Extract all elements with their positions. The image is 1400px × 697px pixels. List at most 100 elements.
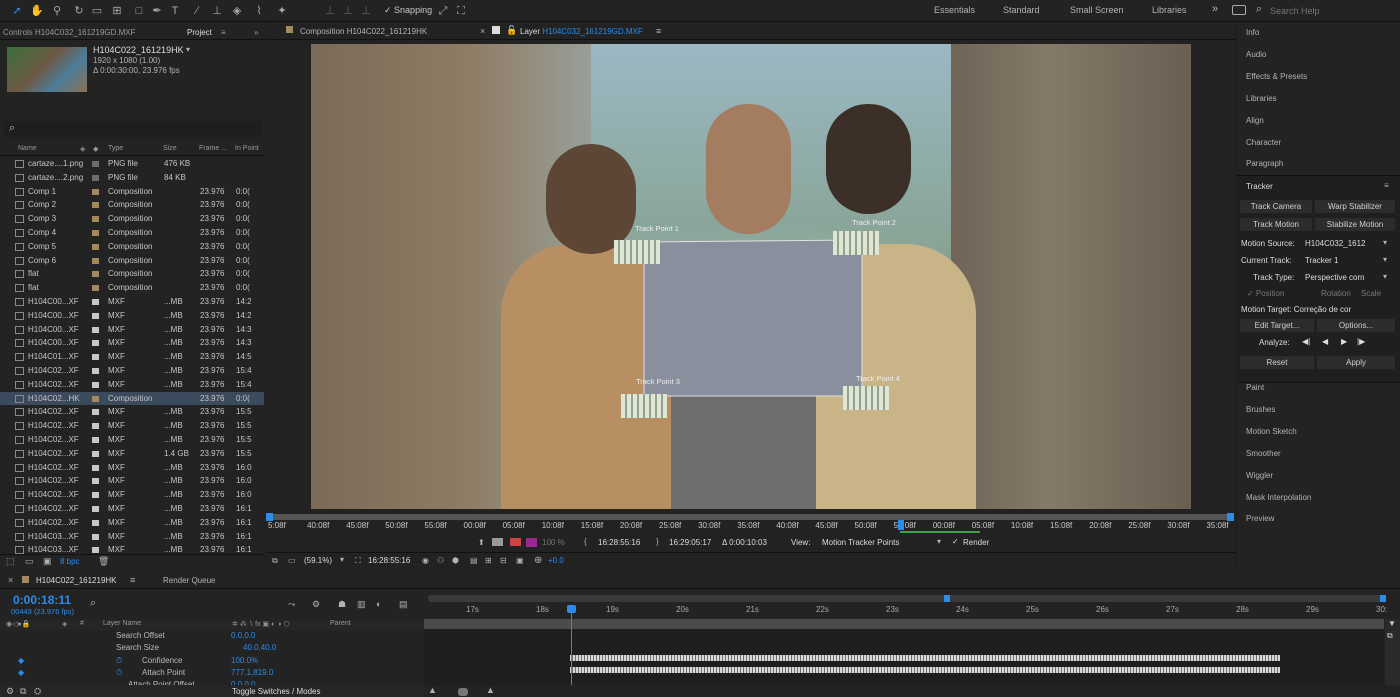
- project-row[interactable]: H104C00...XF MXF ...MB 23.976 14:3: [0, 323, 264, 337]
- project-row[interactable]: H104C02...XF MXF ...MB 23.976 16:0: [0, 461, 264, 475]
- project-row[interactable]: H104C02...XF MXF ...MB 23.976 16:0: [0, 474, 264, 488]
- chevron-down-icon[interactable]: ▾: [937, 537, 941, 546]
- project-row[interactable]: H104C02...XF MXF ...MB 23.976 15:5: [0, 419, 264, 433]
- roto-brush-tool-icon[interactable]: ⌇: [252, 4, 266, 18]
- column-size[interactable]: Size: [163, 145, 177, 152]
- apply-button[interactable]: Apply: [1317, 356, 1395, 369]
- label-swatch[interactable]: [92, 285, 99, 292]
- zoom-out-icon[interactable]: ▲: [428, 685, 437, 695]
- timeline-navigator[interactable]: [428, 595, 1386, 602]
- project-row[interactable]: H104C03...XF MXF ...MB 23.976 16:1: [0, 530, 264, 544]
- label-swatch[interactable]: [92, 257, 99, 264]
- zoom-in-icon[interactable]: ▲: [486, 685, 495, 695]
- workspace-small-screen[interactable]: Small Screen: [1070, 5, 1124, 15]
- project-search-field[interactable]: ⌕: [4, 121, 262, 137]
- motion-source-select[interactable]: H104C032_1612: [1305, 239, 1366, 248]
- panel-item-effects-presets[interactable]: Effects & Presets: [1246, 72, 1307, 81]
- label-swatch[interactable]: [92, 312, 99, 319]
- analyze-back-one-icon[interactable]: ◀|: [1302, 337, 1310, 346]
- chevron-down-icon[interactable]: ▾: [1383, 255, 1387, 264]
- region-of-interest-icon[interactable]: ⛶: [355, 556, 361, 566]
- label-swatch[interactable]: [92, 533, 99, 540]
- label-swatch[interactable]: [92, 519, 99, 526]
- interpret-footage-icon[interactable]: ⬚: [6, 556, 15, 567]
- panel-item-motion-sketch[interactable]: Motion Sketch: [1246, 427, 1297, 436]
- eraser-tool-icon[interactable]: ◈: [230, 4, 244, 18]
- tab-timeline[interactable]: H104C022_161219HK: [36, 576, 117, 585]
- edit-target-button[interactable]: Edit Target...: [1240, 319, 1314, 332]
- timing-icon[interactable]: ⛭: [34, 686, 41, 697]
- panel-item-preview[interactable]: Preview: [1246, 514, 1274, 523]
- chevron-down-icon[interactable]: ▾: [186, 45, 190, 54]
- project-row[interactable]: H104C02...XF MXF ...MB 23.976 15:4: [0, 364, 264, 378]
- project-row[interactable]: Comp 5 Composition 23.976 0:0(: [0, 240, 264, 254]
- label-swatch[interactable]: [92, 216, 99, 223]
- label-swatch[interactable]: [92, 409, 99, 416]
- panel-item-character[interactable]: Character: [1246, 138, 1281, 147]
- magnification-select[interactable]: (59.1%): [304, 556, 332, 565]
- column-frame-rate[interactable]: Frame ...: [199, 145, 227, 152]
- work-area[interactable]: [424, 619, 1384, 629]
- chevron-down-icon[interactable]: ▼: [1388, 619, 1396, 628]
- warp-stabilizer-button[interactable]: Warp Stabilizer: [1315, 200, 1395, 213]
- project-row[interactable]: H104C02...XF MXF ...MB 23.976 15:5: [0, 433, 264, 447]
- playhead-handle[interactable]: [567, 605, 577, 613]
- lock-icon[interactable]: 🔓: [506, 25, 517, 36]
- layer-switches-icon[interactable]: ⚙: [6, 686, 14, 697]
- transparency-grid-icon[interactable]: ⊟: [500, 556, 507, 565]
- panel-item-libraries[interactable]: Libraries: [1246, 94, 1277, 103]
- brush-tool-icon[interactable]: ⁄: [190, 4, 204, 18]
- track-type-select[interactable]: Perspective corn: [1305, 273, 1365, 282]
- workspace-libraries[interactable]: Libraries: [1152, 5, 1187, 15]
- confidence-keyframes[interactable]: [570, 655, 1280, 661]
- project-row[interactable]: H104C00...XF MXF ...MB 23.976 14:2: [0, 295, 264, 309]
- panel-item-paint[interactable]: Paint: [1246, 383, 1264, 392]
- column-name[interactable]: Name: [18, 145, 37, 152]
- tab-effect-controls[interactable]: Controls H104C032_161219GD.MXF: [3, 28, 136, 37]
- snapping-checkbox[interactable]: ✓ Snapping: [384, 5, 432, 16]
- column-in-point[interactable]: In Point: [235, 145, 259, 152]
- graph-editor-icon[interactable]: ▤: [399, 599, 408, 610]
- search-help-input[interactable]: [1270, 4, 1390, 17]
- reset-button[interactable]: Reset: [1240, 356, 1314, 369]
- project-row[interactable]: cartaze....2.png PNG file 84 KB: [0, 171, 264, 185]
- type-tool-icon[interactable]: T: [168, 4, 182, 18]
- label-swatch[interactable]: [92, 271, 99, 278]
- track-point-4-box[interactable]: [843, 386, 889, 410]
- rectangle-tool-icon[interactable]: □: [132, 4, 146, 18]
- column-type[interactable]: Type: [108, 145, 123, 152]
- snapshot-icon[interactable]: ◉: [422, 556, 429, 565]
- current-time[interactable]: 16:28:55:16: [368, 556, 410, 565]
- track-point-1-box[interactable]: [614, 240, 660, 264]
- track-point-3-box[interactable]: [621, 394, 667, 418]
- zoom-tool-icon[interactable]: ⚲: [50, 4, 64, 18]
- options-button[interactable]: Options...: [1317, 319, 1395, 332]
- attach-point-keyframes[interactable]: [570, 667, 1280, 673]
- position-checkbox[interactable]: ✓ Position: [1247, 289, 1284, 298]
- label-swatch[interactable]: [92, 395, 99, 402]
- in-time[interactable]: 16:28:55:16: [598, 538, 640, 547]
- navigator-start-handle[interactable]: [944, 595, 950, 602]
- property-value[interactable]: 100.0%: [231, 656, 258, 665]
- keyframe-navigator-icon[interactable]: ◆: [18, 656, 24, 665]
- project-row[interactable]: H104C00...XF MXF ...MB 23.976 14:2: [0, 309, 264, 323]
- label-swatch[interactable]: [92, 381, 99, 388]
- snap-options-icon[interactable]: ⛶: [454, 4, 468, 18]
- always-preview-icon[interactable]: ⧉: [272, 556, 278, 566]
- project-row[interactable]: Comp 3 Composition 23.976 0:0(: [0, 212, 264, 226]
- motion-blur-icon[interactable]: ◐: [376, 599, 381, 609]
- project-row[interactable]: H104C01...XF MXF ...MB 23.976 14:5: [0, 350, 264, 364]
- panel-item-align[interactable]: Align: [1246, 116, 1264, 125]
- stopwatch-icon[interactable]: ⏱: [116, 668, 122, 678]
- label-swatch[interactable]: [92, 478, 99, 485]
- rotate-tool-icon[interactable]: ↻: [72, 4, 86, 18]
- track-camera-button[interactable]: Track Camera: [1240, 200, 1312, 213]
- tab-render-queue[interactable]: Render Queue: [163, 576, 215, 585]
- more-workspaces-button[interactable]: »: [1212, 3, 1218, 15]
- project-row[interactable]: H104C02...HK Composition 23.976 0:0(: [0, 391, 264, 406]
- project-row[interactable]: Comp 2 Composition 23.976 0:0(: [0, 198, 264, 212]
- navigator-end-handle[interactable]: [1380, 595, 1386, 602]
- render-checkbox[interactable]: ✓: [952, 537, 959, 546]
- panel-item-smoother[interactable]: Smoother: [1246, 449, 1281, 458]
- footage-frame[interactable]: Track Point 1 Track Point 2 Track Point …: [311, 44, 1191, 509]
